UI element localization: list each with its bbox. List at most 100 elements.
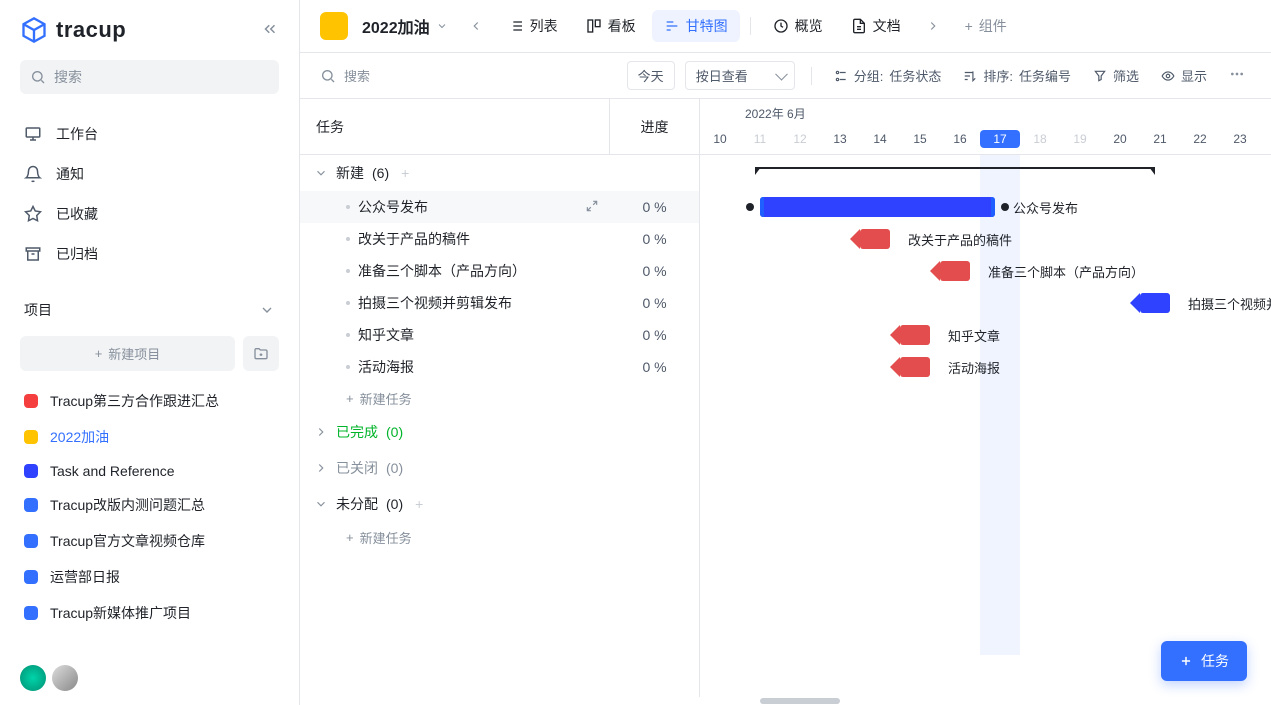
project-item[interactable]: Tracup第三方合作跟进汇总 [0,383,299,419]
sidebar-search[interactable]: 搜索 [20,60,279,94]
search-icon [30,69,46,85]
add-task-icon[interactable]: + [401,165,409,181]
project-item[interactable]: 运营部日报 [0,559,299,595]
view-docs[interactable]: 文档 [839,10,913,42]
timeline-day: 23 [1220,132,1260,148]
document-icon [851,18,867,34]
expand-icon[interactable] [585,199,599,216]
view-board[interactable]: 看板 [574,10,648,42]
gantt-bar-row: 拍摄三个视频并剪辑发布 [700,287,1271,319]
sidebar-search-placeholder: 搜索 [54,67,82,87]
group-header[interactable]: 已关闭 (0) [300,450,699,486]
gantt-bar[interactable]: 活动海报 [900,357,930,377]
timeline-day: 21 [1140,132,1180,148]
chevron-down-icon [259,302,275,318]
nav-starred[interactable]: 已收藏 [0,194,299,234]
chevron-icon [314,425,328,439]
project-list: Tracup第三方合作跟进汇总2022加油Task and Reference T… [0,377,299,637]
filter-option[interactable]: 筛选 [1087,64,1145,87]
timeline-day: 13 [820,132,860,148]
horizontal-scrollbar[interactable] [300,697,1271,705]
gantt-body: 公众号发布改关于产品的稿件准备三个脚本（产品方向） 拍摄三个视频并剪辑发布知乎文章… [700,155,1271,655]
view-overview[interactable]: 概览 [761,10,835,42]
new-project-button[interactable]: +新建项目 [20,336,235,371]
new-task-row[interactable]: +新建任务 [300,383,699,414]
timeline-day: 19 [1060,132,1100,148]
project-name: Tracup官方文章视频仓库 [50,531,205,551]
chevron-icon [314,461,328,475]
avatar[interactable] [52,665,78,691]
project-item[interactable]: 2022加油 [0,419,299,455]
view-list[interactable]: 列表 [496,10,570,42]
project-color-dot [24,534,38,548]
view-gantt[interactable]: 甘特图 [652,10,740,42]
task-row[interactable]: 拍摄三个视频并剪辑发布0 % [300,287,699,319]
group-header[interactable]: 已完成 (0) [300,414,699,450]
gantt-bar[interactable]: 公众号发布 [760,197,995,217]
gantt-bar-label: 准备三个脚本（产品方向） [988,262,1144,281]
task-row[interactable]: 改关于产品的稿件0 % [300,223,699,255]
timeline-day: 15 [900,132,940,148]
gantt-bar-row: 准备三个脚本（产品方向） [700,255,1271,287]
project-item[interactable]: Tracup新媒体推广项目 [0,595,299,631]
date-mode-select[interactable]: 按日查看 [685,61,795,90]
gantt-timeline-pane[interactable]: 2022年 6月 1011121314151617181920212223 公众… [700,99,1271,705]
sidebar-collapse-button[interactable] [261,20,279,41]
project-item[interactable]: Tracup官方文章视频仓库 [0,523,299,559]
gantt-bar[interactable]: 知乎文章 [900,325,930,345]
search-icon [320,68,336,84]
list-icon [508,18,524,34]
star-icon [24,205,42,223]
project-item[interactable]: Tracup改版内测问题汇总 [0,487,299,523]
gauge-icon [773,18,789,34]
nav-workspace[interactable]: 工作台 [0,114,299,154]
add-widget-button[interactable]: +组件 [953,10,1019,42]
more-icon [1229,66,1245,82]
avatar[interactable] [20,665,46,691]
toolbar-search[interactable]: 搜索 [320,66,600,85]
new-folder-button[interactable] [243,336,279,371]
gantt-bar-label: 知乎文章 [948,326,1000,345]
nav-archived[interactable]: 已归档 [0,234,299,274]
gantt-bar[interactable]: 准备三个脚本（产品方向） [940,261,970,281]
timeline-day: 12 [780,132,820,148]
eye-icon [1161,69,1175,83]
new-task-row[interactable]: +新建任务 [300,522,699,553]
group-header[interactable]: 未分配 (0)+ [300,486,699,522]
nav-notifications[interactable]: 通知 [0,154,299,194]
project-title[interactable]: 2022加油 [362,14,448,38]
monitor-icon [24,125,42,143]
view-next-button[interactable] [919,12,947,40]
view-prev-button[interactable] [462,12,490,40]
scrollbar-thumb[interactable] [760,698,840,704]
toolbar-more-button[interactable] [1223,64,1251,87]
timeline-day: 14 [860,132,900,148]
gantt-bar[interactable]: 拍摄三个视频并剪辑发布 [1140,293,1170,313]
task-row[interactable]: 公众号发布0 % [300,191,699,223]
today-button[interactable]: 今天 [627,61,675,90]
task-row[interactable]: 活动海报0 % [300,351,699,383]
group-option[interactable]: 分组: 任务状态 [828,64,948,87]
sort-option[interactable]: 排序: 任务编号 [957,64,1077,87]
timeline-header: 2022年 6月 1011121314151617181920212223 [700,99,1271,155]
group-header[interactable]: 新建 (6)+ [300,155,699,191]
gantt-icon [664,18,680,34]
gantt-bar-row: 活动海报 [700,351,1271,383]
display-option[interactable]: 显示 [1155,64,1213,87]
task-row[interactable]: 准备三个脚本（产品方向）0 % [300,255,699,287]
timeline-day: 18 [1020,132,1060,148]
toolbar: 搜索 今天 按日查看 分组: 任务状态 排序: 任务编号 筛选 显示 [300,53,1271,99]
gantt-bar[interactable]: 改关于产品的稿件 [860,229,890,249]
gantt-bar-label: 改关于产品的稿件 [908,230,1012,249]
timeline-day: 16 [940,132,980,148]
sidebar-projects-header[interactable]: 项目 [0,282,299,330]
task-row[interactable]: 知乎文章0 % [300,319,699,351]
project-item[interactable]: Task and Reference [0,455,299,487]
project-color-dot [24,570,38,584]
project-name: Tracup改版内测问题汇总 [50,495,205,515]
group-icon [834,69,848,83]
new-task-fab[interactable]: 任务 [1161,641,1247,681]
add-task-icon[interactable]: + [415,496,423,512]
brand-logo[interactable]: tracup [20,16,126,44]
task-name: 拍摄三个视频并剪辑发布 [358,293,512,313]
